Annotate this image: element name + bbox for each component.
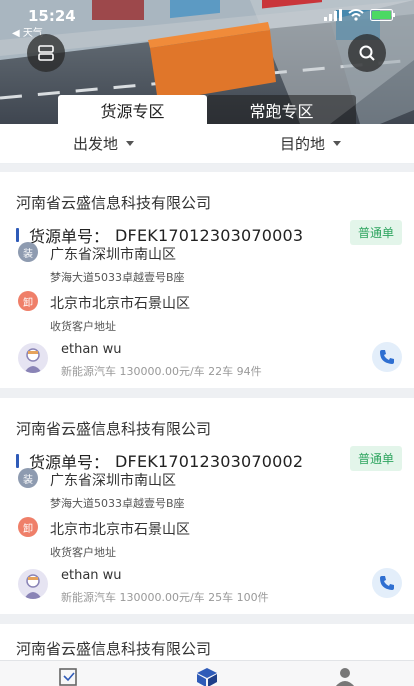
load-icon: 装 [18, 242, 38, 262]
destination-filter[interactable]: 目的地 [207, 133, 414, 154]
status-time: 15:24 [28, 7, 76, 25]
order-number: DFEK17012303070002 [115, 451, 304, 471]
status-icons [324, 9, 396, 21]
accent-bar [16, 228, 19, 242]
zone-tabs: 货源专区 常跑专区 [58, 95, 356, 124]
company-name: 河南省云盛信息科技有限公司 [16, 420, 212, 438]
load-address: 梦海大道5033卓越壹号B座 [50, 497, 185, 510]
menu-icon [38, 45, 54, 61]
wifi-icon [348, 9, 364, 21]
bottom-nav [0, 660, 414, 686]
nav-cargo-icon [197, 668, 217, 686]
destination-filter-label: 目的地 [279, 135, 325, 153]
user-name: ethan wu [61, 568, 122, 583]
unload-address: 收货客户地址 [50, 320, 116, 333]
tab-regular-route-zone[interactable]: 常跑专区 [207, 95, 356, 124]
accent-bar [16, 454, 19, 468]
nav-goods[interactable] [0, 661, 138, 686]
nav-user-icon [335, 668, 355, 686]
tab-goods-zone[interactable]: 货源专区 [58, 95, 207, 124]
status-bar: 15:24 ◀ 天气 [0, 0, 414, 39]
order-type-badge: 普通单 [349, 220, 402, 245]
phone-icon [380, 576, 394, 590]
call-button[interactable] [372, 342, 402, 372]
goods-card[interactable]: 河南省云盛信息科技有限公司 货源单号： DFEK17012303070002 普… [0, 398, 414, 614]
search-button[interactable] [348, 34, 386, 72]
load-icon: 装 [18, 468, 38, 488]
caret-down-icon [126, 141, 134, 146]
nav-goods-icon [59, 668, 77, 686]
unload-icon: 卸 [18, 291, 38, 311]
company-name: 河南省云盛信息科技有限公司 [16, 194, 212, 212]
battery-icon [370, 9, 395, 21]
nav-cargo[interactable] [138, 661, 276, 686]
load-city: 广东省深圳市南山区 [50, 473, 176, 489]
order-type-badge: 普通单 [349, 446, 402, 471]
avatar [18, 343, 48, 373]
order-number: DFEK17012303070003 [115, 225, 304, 245]
call-button[interactable] [372, 568, 402, 598]
load-city: 广东省深圳市南山区 [50, 247, 176, 263]
goods-card[interactable]: 河南省云盛信息科技有限公司 货源单号： DFEK17012303070003 普… [0, 172, 414, 388]
user-avatar-icon [24, 348, 42, 373]
user-name: ethan wu [61, 342, 122, 357]
signal-icon [324, 9, 342, 21]
cargo-meta: 新能源汽车 130000.00元/车 22车 94件 [61, 365, 262, 378]
cargo-meta: 新能源汽车 130000.00元/车 25车 100件 [61, 591, 269, 604]
origin-filter[interactable]: 出发地 [0, 133, 207, 154]
unload-icon: 卸 [18, 517, 38, 537]
origin-filter-label: 出发地 [72, 135, 118, 153]
search-icon [359, 45, 375, 61]
menu-button[interactable] [27, 34, 65, 72]
user-avatar-icon [24, 574, 42, 599]
unload-address: 收货客户地址 [50, 546, 116, 559]
filter-bar: 出发地 目的地 [0, 124, 414, 164]
unload-city: 北京市北京市石景山区 [50, 522, 190, 538]
phone-icon [380, 350, 394, 364]
load-address: 梦海大道5033卓越壹号B座 [50, 271, 185, 284]
goods-card[interactable]: 河南省云盛信息科技有限公司 [0, 624, 414, 660]
hero-banner: 15:24 ◀ 天气 货源专区 常跑专区 [0, 0, 414, 124]
nav-user[interactable] [276, 661, 414, 686]
avatar [18, 569, 48, 599]
caret-down-icon [333, 141, 341, 146]
company-name: 河南省云盛信息科技有限公司 [16, 640, 212, 658]
unload-city: 北京市北京市石景山区 [50, 296, 190, 312]
